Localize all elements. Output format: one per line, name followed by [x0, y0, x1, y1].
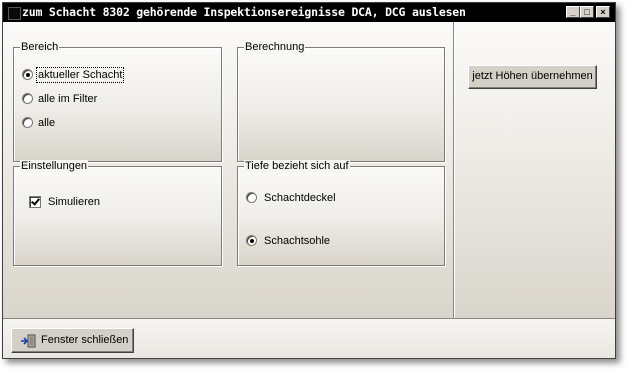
group-tiefe-legend: Tiefe bezieht sich auf [244, 160, 350, 173]
radio-label[interactable]: alle [38, 116, 55, 130]
client-area: Bereich aktueller Schacht alle im Filter… [3, 22, 615, 318]
radio-button[interactable] [246, 235, 257, 246]
group-einstellungen: Einstellungen Simulieren [13, 160, 222, 266]
group-einstellungen-legend: Einstellungen [20, 160, 89, 173]
door-exit-icon [21, 334, 36, 348]
checkbox[interactable] [29, 196, 41, 208]
radio-label[interactable]: aktueller Schacht [35, 67, 125, 83]
group-berechnung: Berechnung [237, 41, 445, 162]
app-icon[interactable] [8, 7, 21, 20]
minimize-button[interactable]: _ [566, 6, 580, 18]
radio-label[interactable]: alle im Filter [38, 92, 97, 106]
apply-heights-button[interactable]: jetzt Höhen übernehmen [468, 65, 597, 89]
group-bereich: Bereich aktueller Schacht alle im Filter… [13, 41, 222, 162]
radio-button[interactable] [246, 192, 257, 203]
title-bar[interactable]: zum Schacht 8302 gehörende Inspektionser… [3, 3, 615, 22]
maximize-button[interactable]: □ [580, 6, 594, 18]
group-bereich-legend: Bereich [20, 41, 60, 54]
group-tiefe: Tiefe bezieht sich auf Schachtdeckel Sch… [237, 160, 445, 266]
footer-bar: Fenster schließen [3, 318, 615, 358]
checkbox-label[interactable]: Simulieren [48, 195, 100, 209]
close-button[interactable]: × [596, 6, 610, 18]
close-window-button[interactable]: Fenster schließen [11, 328, 134, 353]
group-berechnung-legend: Berechnung [244, 41, 306, 54]
radio-button[interactable] [22, 117, 33, 128]
window-title: zum Schacht 8302 gehörende Inspektionser… [22, 5, 466, 19]
radio-label[interactable]: Schachtsohle [264, 234, 330, 248]
radio-label[interactable]: Schachtdeckel [264, 191, 336, 205]
close-window-label[interactable]: Fenster schließen [41, 329, 128, 351]
vertical-separator [453, 22, 455, 318]
radio-button[interactable] [22, 93, 33, 104]
dialog-window: zum Schacht 8302 gehörende Inspektionser… [2, 2, 616, 359]
radio-button[interactable] [22, 69, 33, 80]
